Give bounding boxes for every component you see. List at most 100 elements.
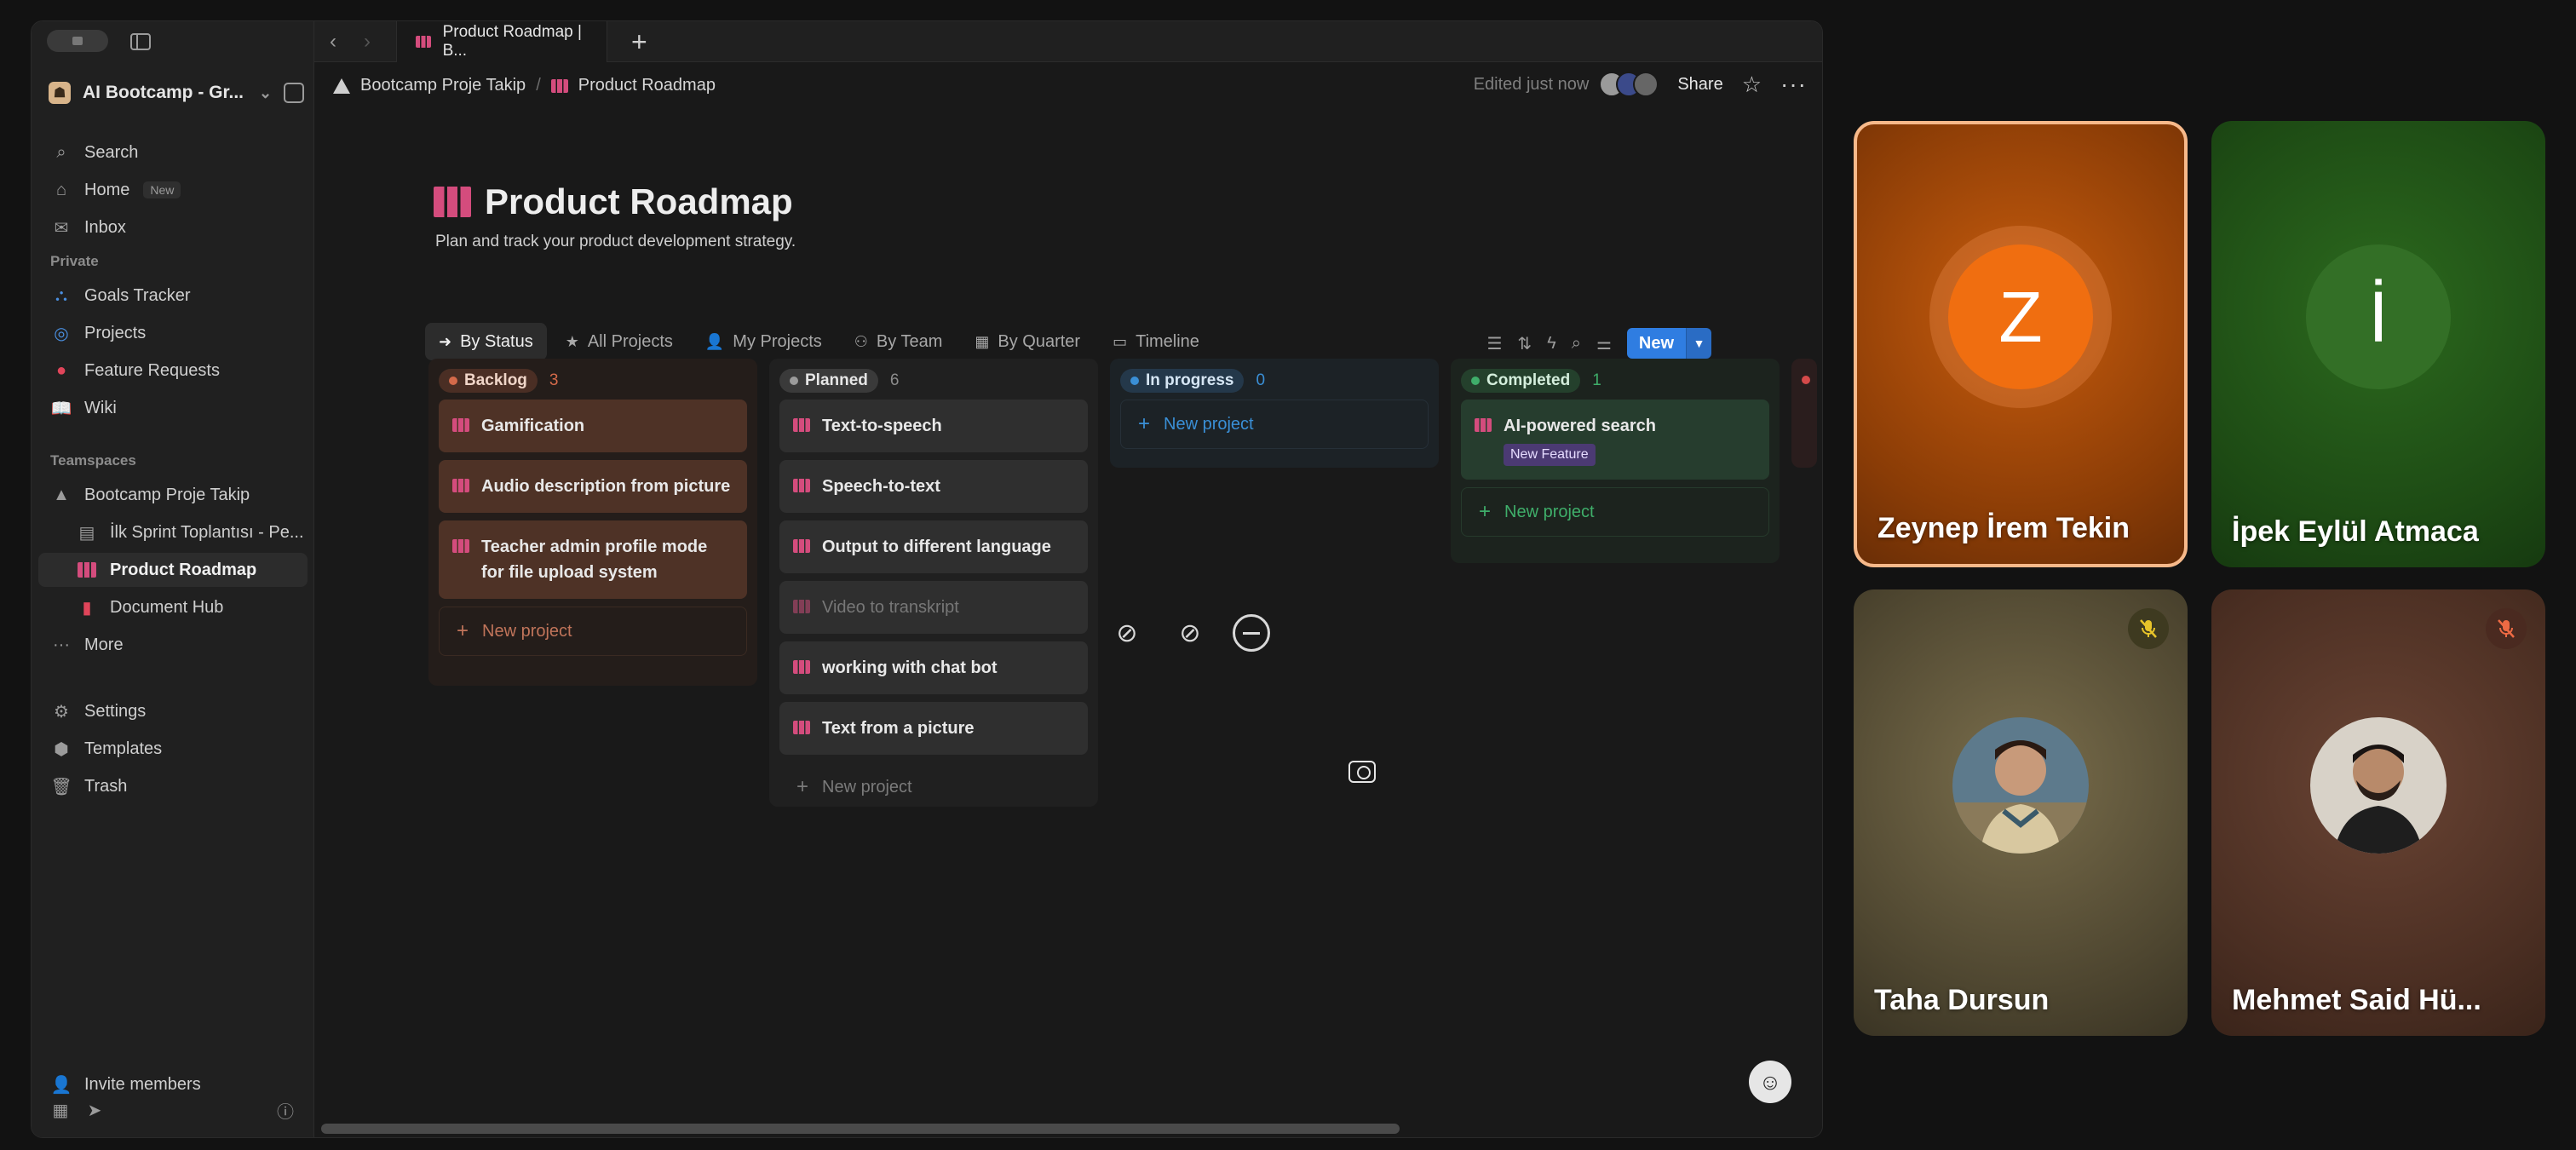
tab-by-status[interactable]: ➜ By Status — [425, 323, 547, 360]
tab-by-quarter[interactable]: ▦ By Quarter — [961, 323, 1094, 360]
workspace-switcher[interactable]: ☗ AI Bootcamp - Gr... ⌄ — [49, 76, 304, 110]
new-button[interactable]: New ▼ — [1626, 328, 1711, 359]
topbar-actions: Edited just now Share ☆ ··· — [1474, 71, 1807, 98]
collaborator-avatars[interactable] — [1599, 72, 1659, 97]
trash-icon: 🗑 — [50, 777, 72, 796]
more-options-icon[interactable]: ··· — [1780, 71, 1807, 98]
search-icon[interactable]: ⌕ — [1572, 334, 1581, 354]
card[interactable]: Teacher admin profile mode for file uplo… — [439, 520, 747, 599]
sidebar-item-ilk-sprint[interactable]: ▤ İlk Sprint Toplantısı - Pe... — [38, 515, 308, 549]
participant-tile[interactable]: Z Zeynep İrem Tekin — [1854, 121, 2188, 567]
column-planned: Planned 6 Text-to-speech Speech-to-text — [769, 359, 1098, 807]
forward-icon[interactable]: › — [364, 30, 371, 54]
page-description[interactable]: Plan and track your product development … — [435, 233, 796, 251]
sidebar-item-inbox[interactable]: ✉ Inbox — [38, 210, 308, 244]
filter-icon[interactable]: ☰ — [1486, 333, 1502, 354]
feature-request-icon: ● — [55, 360, 67, 380]
templates-icon: ⬢ — [54, 739, 69, 759]
sidebar-item-search[interactable]: ⌕ Search — [38, 135, 308, 170]
share-button[interactable]: Share — [1677, 75, 1722, 95]
new-project-button[interactable]: + New project — [779, 762, 1088, 812]
page-title-text[interactable]: Product Roadmap — [485, 181, 793, 222]
card[interactable]: Text from a picture — [779, 702, 1088, 755]
card[interactable]: Text-to-speech — [779, 400, 1088, 452]
remove-icon[interactable] — [1233, 614, 1270, 652]
status-badge[interactable]: Planned — [779, 369, 878, 393]
column-backlog: Backlog 3 Gamification Audio description… — [428, 359, 757, 686]
new-project-button[interactable]: + New project — [439, 607, 747, 656]
sidebar-item-projects[interactable]: ◎ Projects — [38, 316, 308, 350]
new-page-icon[interactable] — [284, 83, 304, 103]
status-badge[interactable]: In progress — [1120, 369, 1245, 393]
card[interactable]: Audio description from picture — [439, 460, 747, 513]
sidebar-item-trash[interactable]: 🗑 Trash — [38, 769, 308, 803]
status-dot — [1802, 376, 1810, 384]
sidebar-item-label: Home — [84, 180, 130, 199]
avatar-initial: İ — [2368, 276, 2389, 357]
card[interactable]: Gamification — [439, 400, 747, 452]
new-button-label[interactable]: New — [1626, 328, 1686, 359]
card[interactable]: AI-powered search New Feature — [1461, 400, 1769, 480]
calendar-icon[interactable]: ▦ — [50, 1100, 71, 1120]
sidebar-item-goals-tracker[interactable]: ⛬ Goals Tracker — [38, 279, 308, 313]
new-project-button[interactable]: + New project — [1120, 400, 1429, 449]
sidebar-toggle-icon[interactable] — [130, 33, 151, 50]
card[interactable]: Speech-to-text — [779, 460, 1088, 513]
window-controls[interactable] — [47, 30, 108, 52]
tab-by-team[interactable]: ⚇ By Team — [841, 323, 957, 360]
automation-icon[interactable]: ϟ — [1547, 334, 1556, 354]
participant-tile[interactable]: İ İpek Eylül Atmaca — [2211, 121, 2545, 567]
sidebar-item-wiki[interactable]: 📖 Wiki — [38, 391, 308, 425]
feature-tag: New Feature — [1504, 444, 1596, 466]
new-tab-button[interactable]: + — [631, 26, 647, 58]
sidebar-item-label: Feature Requests — [84, 360, 220, 380]
view-tab-label: By Team — [876, 331, 943, 351]
card-title: Teacher admin profile mode for file uplo… — [481, 538, 708, 582]
help-icon[interactable]: ⓘ — [275, 1100, 296, 1122]
mouse-cursor-icon — [1819, 756, 1822, 786]
back-icon[interactable]: ‹ — [330, 30, 336, 54]
new-badge: New — [143, 181, 181, 198]
card[interactable]: Video to transkript — [779, 581, 1088, 634]
card-title: AI-powered search — [1504, 417, 1656, 435]
sidebar-item-home[interactable]: ⌂ Home New — [38, 173, 308, 207]
camera-icon[interactable] — [1348, 761, 1376, 783]
new-project-label: New project — [1504, 502, 1595, 521]
status-badge[interactable]: Completed — [1461, 369, 1581, 393]
sidebar-item-label: Document Hub — [110, 597, 224, 617]
mic-off-icon — [2486, 608, 2527, 649]
tab-my-projects[interactable]: 👤 My Projects — [692, 323, 836, 360]
sidebar-item-bootcamp-proje-takip[interactable]: ▲ Bootcamp Proje Takip — [38, 478, 308, 512]
sidebar-item-product-roadmap[interactable]: Product Roadmap — [38, 553, 308, 587]
ai-assistant-icon[interactable]: ☺ — [1749, 1061, 1791, 1103]
sidebar-item-templates[interactable]: ⬢ Templates — [38, 732, 308, 766]
sort-icon[interactable]: ⇅ — [1517, 333, 1532, 354]
status-badge[interactable]: Backlog — [439, 369, 538, 393]
send-icon[interactable]: ➤ — [84, 1100, 105, 1120]
card-title: Output to different language — [822, 538, 1051, 556]
mute-off-icon[interactable]: ⊘ — [1170, 612, 1210, 653]
participant-tile[interactable]: Mehmet Said Hü... — [2211, 589, 2545, 1036]
sidebar-item-document-hub[interactable]: ▮ Document Hub — [38, 590, 308, 624]
settings-sliders-icon[interactable]: ⚌ — [1596, 333, 1612, 354]
sidebar-item-more[interactable]: ··· More — [38, 628, 308, 662]
status-dot — [1130, 377, 1139, 385]
status-dot — [1471, 377, 1480, 385]
sidebar-item-settings[interactable]: ⚙ Settings — [38, 694, 308, 728]
horizontal-scrollbar[interactable] — [321, 1124, 1400, 1134]
chevron-down-icon[interactable]: ▼ — [1686, 328, 1711, 359]
breadcrumb-item[interactable]: Product Roadmap — [578, 76, 716, 95]
pin-off-icon[interactable]: ⊘ — [1107, 612, 1147, 653]
star-icon[interactable]: ☆ — [1742, 72, 1762, 98]
gear-icon: ⚙ — [54, 702, 69, 722]
card[interactable]: Output to different language — [779, 520, 1088, 573]
status-label: Completed — [1486, 371, 1571, 389]
card[interactable]: working with chat bot — [779, 641, 1088, 694]
tab-product-roadmap[interactable]: Product Roadmap | B... — [396, 21, 607, 62]
breadcrumb-item[interactable]: Bootcamp Proje Takip — [360, 76, 526, 95]
tab-timeline[interactable]: ▭ Timeline — [1099, 323, 1213, 360]
new-project-button[interactable]: + New project — [1461, 487, 1769, 537]
tab-all-projects[interactable]: ★ All Projects — [552, 323, 687, 360]
participant-tile[interactable]: Taha Dursun — [1854, 589, 2188, 1036]
sidebar-item-feature-requests[interactable]: ● Feature Requests — [38, 354, 308, 388]
